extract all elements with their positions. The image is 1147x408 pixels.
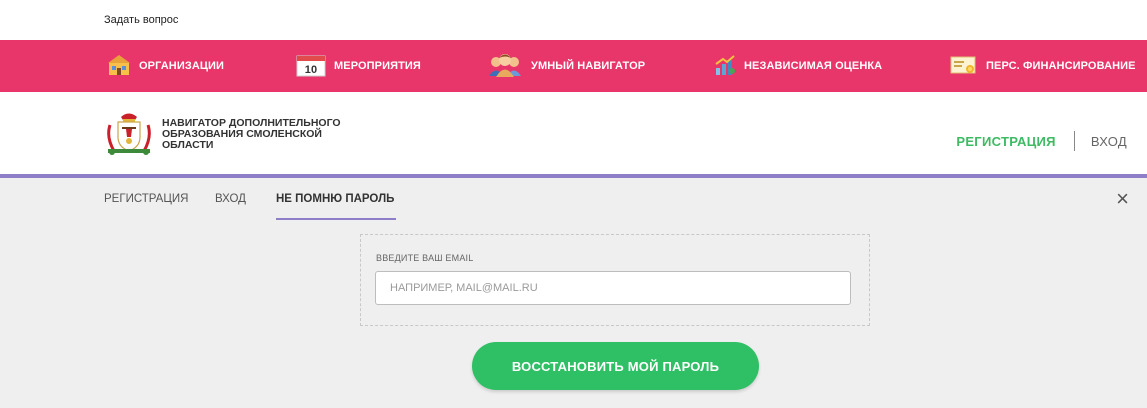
nav-item-organizations[interactable]: ОРГАНИЗАЦИИ — [107, 40, 224, 92]
people-icon — [487, 53, 523, 80]
auth-modal-panel: РЕГИСТРАЦИЯ ВХОД НЕ ПОМНЮ ПАРОЛЬ × ВВЕДИ… — [0, 178, 1147, 408]
login-link[interactable]: ВХОД — [1091, 134, 1127, 149]
active-tab-underline — [276, 218, 396, 220]
close-icon[interactable]: × — [1116, 188, 1129, 210]
nav-item-smart-navigator[interactable]: УМНЫЙ НАВИГАТОР — [487, 40, 645, 92]
auth-links: РЕГИСТРАЦИЯ ВХОД — [956, 131, 1127, 151]
smolensk-coat-of-arms-logo[interactable] — [104, 111, 154, 157]
restore-password-button[interactable]: ВОССТАНОВИТЬ МОЙ ПАРОЛЬ — [472, 342, 759, 390]
calendar-icon: 10 — [296, 53, 326, 80]
email-field[interactable] — [375, 271, 851, 305]
auth-divider — [1073, 131, 1075, 151]
tab-registration[interactable]: РЕГИСТРАЦИЯ — [104, 193, 188, 205]
nav-item-label: УМНЫЙ НАВИГАТОР — [531, 60, 646, 72]
email-form-box: ВВЕДИТЕ ВАШ EMAIL — [360, 234, 870, 326]
ask-question-link[interactable]: Задать вопрос — [104, 14, 178, 26]
nav-item-personal-financing[interactable]: ПЕРС. ФИНАНСИРОВАНИЕ — [950, 40, 1136, 92]
nav-item-label: МЕРОПРИЯТИЯ — [334, 60, 421, 72]
top-utility-bar: Задать вопрос — [0, 0, 1147, 41]
nav-item-label: ОРГАНИЗАЦИИ — [139, 60, 225, 72]
nav-item-events[interactable]: 10 МЕРОПРИЯТИЯ — [296, 40, 421, 92]
tab-forgot-password[interactable]: НЕ ПОМНЮ ПАРОЛЬ — [276, 193, 394, 205]
nav-item-label: ПЕРС. ФИНАНСИРОВАНИЕ — [986, 60, 1136, 72]
main-navigation: ОРГАНИЗАЦИИ 10 МЕРОПРИЯТИЯ УМНЫЙ НАВИГАТ… — [0, 40, 1147, 92]
calendar-day: 10 — [305, 64, 317, 76]
certificate-icon — [950, 54, 978, 79]
tab-login[interactable]: ВХОД — [215, 193, 246, 205]
nav-item-label: НЕЗАВИСИМАЯ ОЦЕНКА — [744, 60, 883, 72]
nav-item-independent-assessment[interactable]: НЕЗАВИСИМАЯ ОЦЕНКА — [714, 40, 882, 92]
register-link[interactable]: РЕГИСТРАЦИЯ — [956, 134, 1055, 149]
building-icon — [107, 54, 131, 79]
email-field-label: ВВЕДИТЕ ВАШ EMAIL — [376, 253, 474, 263]
chart-icon — [714, 54, 736, 79]
site-title[interactable]: НАВИГАТОР ДОПОЛНИТЕЛЬНОГО ОБРАЗОВАНИЯ СМ… — [162, 118, 362, 151]
site-header: НАВИГАТОР ДОПОЛНИТЕЛЬНОГО ОБРАЗОВАНИЯ СМ… — [0, 92, 1147, 174]
